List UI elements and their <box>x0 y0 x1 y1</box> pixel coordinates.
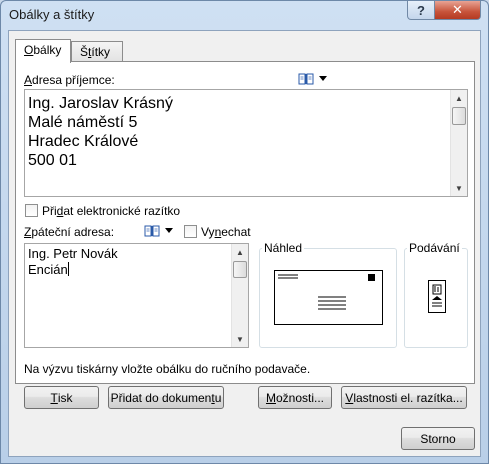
return-address-text: Ing. Petr Novák Encián <box>28 246 118 277</box>
return-address-label: Zpáteční adresa: <box>24 225 115 239</box>
return-scrollbar[interactable]: ▲ ▼ <box>231 244 248 347</box>
scroll-thumb[interactable] <box>233 261 247 278</box>
e-stamp-checkbox[interactable] <box>25 204 38 217</box>
chevron-down-icon[interactable] <box>319 76 327 82</box>
scroll-up-icon[interactable]: ▲ <box>232 244 248 260</box>
feed-title: Podávání <box>407 241 462 255</box>
close-button[interactable]: ✕ <box>434 1 481 20</box>
address-book-icon[interactable] <box>298 72 314 86</box>
return-address-field[interactable]: Ing. Petr Novák Encián ▲ ▼ <box>24 243 249 348</box>
dialog-client-area: Obálky Štítky Adresa příjemce: Ing. Jaro… <box>8 30 481 457</box>
recipient-label: Adresa příjemce: <box>24 73 115 87</box>
address-book-icon[interactable] <box>144 224 160 238</box>
add-to-document-button[interactable]: Přidat do dokumen t u <box>108 386 224 409</box>
text-caret <box>67 262 69 276</box>
omit-return-checkbox[interactable] <box>184 225 197 238</box>
scroll-down-icon[interactable]: ▼ <box>451 180 467 196</box>
recipient-address-text: Ing. Jaroslav Krásný Malé náměstí 5 Hrad… <box>28 95 173 169</box>
stamp-properties-button[interactable]: Vlastnosti el. razítka... <box>341 386 467 409</box>
close-icon: ✕ <box>452 2 463 17</box>
omit-return-label[interactable]: Vynechat <box>201 225 251 239</box>
scroll-down-icon[interactable]: ▼ <box>232 331 248 347</box>
scroll-up-icon[interactable]: ▲ <box>451 90 467 106</box>
feed-instruction: Na výzvu tiskárny vložte obálku do ruční… <box>24 362 311 376</box>
preview-title: Náhled <box>262 241 305 255</box>
help-icon: ? <box>417 2 425 18</box>
recipient-scrollbar[interactable]: ▲ ▼ <box>450 90 467 196</box>
envelopes-labels-dialog: Obálky a štítky ? ✕ Obálky Štítky Adresa… <box>0 0 489 464</box>
cancel-button[interactable]: Storno <box>401 427 475 450</box>
tab-labels[interactable]: Štítky <box>71 41 123 63</box>
envelope-preview-image[interactable] <box>274 270 384 326</box>
window-title: Obálky a štítky <box>9 7 95 22</box>
help-button[interactable]: ? <box>407 1 435 20</box>
print-button[interactable]: Tisk <box>24 386 99 409</box>
feed-method-image[interactable] <box>426 280 448 314</box>
recipient-address-field[interactable]: Ing. Jaroslav Krásný Malé náměstí 5 Hrad… <box>24 89 468 197</box>
e-stamp-label[interactable]: Přidat elektronické razítko <box>42 204 180 218</box>
tab-envelopes[interactable]: Obálky <box>15 39 71 63</box>
scroll-thumb[interactable] <box>452 107 466 125</box>
chevron-down-icon[interactable] <box>165 228 173 234</box>
title-bar[interactable]: Obálky a štítky ? ✕ <box>1 1 488 28</box>
options-button[interactable]: Možnosti... <box>258 386 332 409</box>
envelopes-panel: Adresa příjemce: Ing. Jaroslav Krásný Ma… <box>15 61 475 384</box>
